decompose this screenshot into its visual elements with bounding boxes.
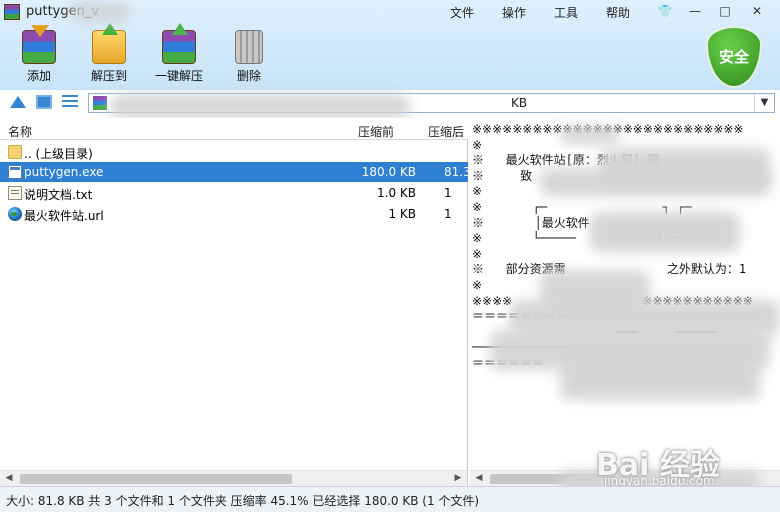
archive-extract-icon <box>162 23 196 64</box>
preview-line: ※ <box>472 184 483 199</box>
one-click-extract-button[interactable]: 一键解压 <box>144 23 214 86</box>
chevron-down-icon[interactable]: ▼ <box>754 94 774 112</box>
exe-icon <box>8 165 22 179</box>
file-list-header: 名称 压缩前 压缩后 <box>0 118 468 140</box>
menu-tools[interactable]: 工具 <box>554 4 578 21</box>
file-name: .. (上级目录) <box>24 147 93 161</box>
file-packed-size: 1 <box>444 186 452 200</box>
archive-icon <box>93 96 107 110</box>
menu-operations[interactable]: 操作 <box>502 4 526 21</box>
trash-bin-icon <box>235 30 263 64</box>
one-click-extract-label: 一键解压 <box>154 69 203 83</box>
details-view-icon[interactable] <box>36 95 52 109</box>
file-name: 说明文档.txt <box>24 188 93 202</box>
delete-button[interactable]: 删除 <box>214 30 284 86</box>
file-name: 最火软件站.url <box>24 209 104 223</box>
column-size[interactable]: 压缩前 <box>358 123 394 140</box>
scroll-left-icon[interactable]: ◀ <box>472 473 486 485</box>
security-badge-text: 安全 <box>718 48 749 66</box>
globe-icon <box>8 207 22 221</box>
file-packed-size: 1 <box>444 207 452 221</box>
folder-extract-icon <box>92 23 126 64</box>
preview-line: ※ <box>472 246 483 261</box>
archive-add-icon <box>22 25 56 64</box>
minimize-button[interactable]: — <box>682 2 708 20</box>
close-button[interactable]: ✕ <box>744 2 770 20</box>
parent-directory-row[interactable]: .. (上级目录) <box>0 142 468 162</box>
file-size: 180.0 KB <box>361 165 416 179</box>
file-list-horizontal-scrollbar[interactable]: ◀ ▶ <box>0 470 467 486</box>
status-bar: 大小: 81.8 KB 共 3 个文件和 1 个文件夹 压缩率 45.1% 已经… <box>0 486 780 512</box>
address-path-text: KB <box>511 96 528 110</box>
scrollbar-thumb[interactable] <box>20 474 292 484</box>
security-shield-badge[interactable]: 安全 <box>706 26 762 88</box>
preview-line: ※ 致 <box>472 168 533 183</box>
up-arrow-icon[interactable] <box>10 96 26 108</box>
column-packed[interactable]: 压缩后 <box>428 123 464 140</box>
redaction-blur <box>70 2 130 22</box>
list-view-icon[interactable] <box>62 95 78 109</box>
extract-to-button[interactable]: 解压到 <box>74 23 144 86</box>
menu-help[interactable]: 帮助 <box>606 4 630 21</box>
maximize-button[interactable]: □ <box>712 2 738 20</box>
add-label: 添加 <box>26 69 51 83</box>
file-list[interactable]: 名称 压缩前 压缩后 .. (上级目录) puttygen.exe 180.0 … <box>0 118 471 486</box>
status-text: 大小: 81.8 KB 共 3 个文件和 1 个文件夹 压缩率 45.1% 已经… <box>6 494 480 508</box>
extract-to-label: 解压到 <box>90 69 127 83</box>
text-file-icon <box>8 186 22 200</box>
menu-file[interactable]: 文件 <box>450 4 474 21</box>
file-name: puttygen.exe <box>24 165 104 179</box>
redaction-blur <box>560 360 760 400</box>
file-size: 1.0 KB <box>377 186 416 200</box>
folder-icon <box>8 145 22 159</box>
redaction-blur <box>590 212 740 252</box>
file-packed-size: 81.3 <box>444 165 471 179</box>
redaction-blur <box>110 94 410 118</box>
file-size: 1 KB <box>388 207 416 221</box>
file-row[interactable]: 说明文档.txt 1.0 KB 1 <box>0 183 468 203</box>
redaction-blur <box>560 126 620 144</box>
file-row[interactable]: 最火软件站.url 1 KB 1 <box>0 204 468 224</box>
preview-line: ※ <box>472 277 483 292</box>
column-name[interactable]: 名称 <box>8 123 32 140</box>
add-button[interactable]: 添加 <box>4 25 74 86</box>
preview-line: ※ <box>472 137 483 152</box>
redaction-blur <box>540 168 770 196</box>
skin-shirt-icon[interactable]: 👕 <box>652 2 678 20</box>
file-row[interactable]: puttygen.exe 180.0 KB 81.3 <box>0 162 471 182</box>
preview-line: ※ │最火软件 <box>472 215 590 230</box>
winrar-app-icon <box>4 4 20 20</box>
delete-label: 删除 <box>236 69 261 83</box>
scroll-right-icon[interactable]: ▶ <box>451 473 465 485</box>
scroll-left-icon[interactable]: ◀ <box>2 473 16 485</box>
